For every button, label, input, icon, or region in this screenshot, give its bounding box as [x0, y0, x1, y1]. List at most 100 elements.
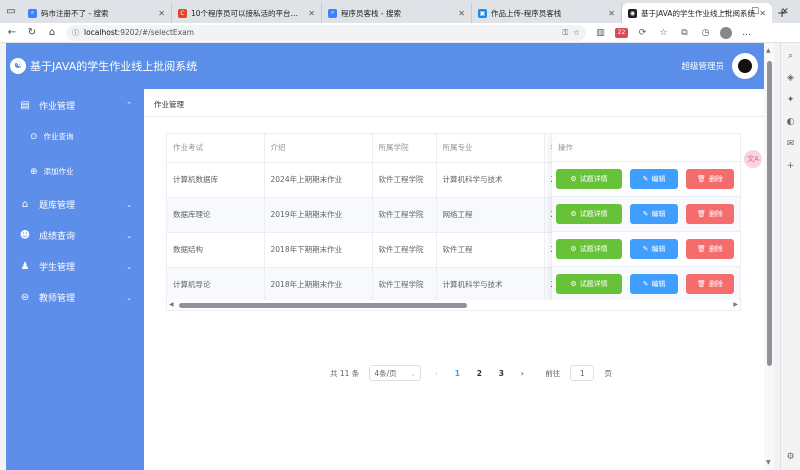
delete-button[interactable]: 🗑 删除 [686, 239, 734, 259]
button-label: 试题详情 [579, 280, 608, 288]
url-field[interactable]: ⓘ localhost:9202/#/selectExam ⚿ ☆ [66, 24, 586, 41]
favorite-star-icon[interactable]: ☆ [573, 28, 580, 37]
tab-title: 10个程序员可以接私活的平台和… [191, 8, 305, 18]
page-size-select[interactable]: 4条/页 ⌄ [369, 365, 422, 381]
table-cell: 软件工程学院 [372, 197, 437, 233]
table-cell: 2024年上期期末作业 [264, 162, 373, 198]
delete-button[interactable]: 🗑 删除 [686, 274, 734, 294]
delete-button[interactable]: 🗑 删除 [686, 169, 734, 189]
scroll-left-icon[interactable]: ◀ [169, 301, 174, 308]
history-icon[interactable]: ◷ [699, 28, 712, 38]
browser-tab[interactable]: ▣ 作品上传-程序员客栈 ✕ [472, 3, 622, 23]
page-2[interactable]: 2 [473, 369, 485, 378]
tab-favicon-icon: C [178, 8, 187, 18]
office-icon[interactable]: ◐ [787, 117, 795, 127]
detail-button[interactable]: ⚙ 试题详情 [556, 239, 622, 259]
table-cell: 网络工程 [436, 197, 545, 233]
browser-tab[interactable]: ⌕ 码市注册不了 - 搜索 ✕ [22, 3, 172, 23]
refresh-extension-icon[interactable]: ⟳ [636, 28, 649, 38]
detail-icon: ⚙ [570, 245, 577, 253]
key-icon[interactable]: ⚿ [563, 28, 569, 38]
button-label: 试题详情 [579, 210, 608, 218]
close-tab-icon[interactable]: ✕ [608, 9, 615, 18]
edit-button[interactable]: ✎ 编辑 [630, 274, 678, 294]
close-tab-icon[interactable]: ✕ [158, 9, 165, 18]
add-circle-icon: ⊕ [30, 166, 38, 177]
browser-tab[interactable]: C 10个程序员可以接私活的平台和… ✕ [172, 3, 322, 23]
close-window-icon[interactable]: ✕ [770, 0, 800, 23]
outlook-icon[interactable]: ✉ [787, 139, 795, 149]
detail-button[interactable]: ⚙ 试题详情 [556, 274, 622, 294]
shopping-icon[interactable]: ◈ [787, 73, 794, 83]
translate-float-button[interactable]: 文A [744, 150, 762, 168]
edit-button[interactable]: ✎ 编辑 [630, 204, 678, 224]
window-menu-icon[interactable]: ▭ [0, 0, 22, 23]
goto-page-input[interactable]: 1 [570, 365, 595, 381]
profile-avatar[interactable] [720, 26, 732, 39]
extension-badge-icon[interactable]: 22 [615, 27, 628, 38]
collections-icon[interactable]: ⧉ [678, 28, 691, 38]
scroll-right-icon[interactable]: ▶ [733, 301, 738, 308]
more-menu-icon[interactable]: … [740, 28, 753, 38]
main-content: 作业管理 作业考试 介绍 所属学院 所属专业 年 计算机数据库2024年上期期末… [144, 89, 764, 470]
document-icon: ▤ [20, 99, 30, 111]
chevron-down-icon: ⌄ [126, 200, 132, 209]
edge-sidebar-rail: ⌕ ◈ ✦ ◐ ✉ + ⚙ [780, 43, 800, 470]
app-logo-icon: ☯ [10, 58, 26, 74]
close-tab-icon[interactable]: ✕ [458, 9, 465, 18]
favorites-icon[interactable]: ☆ [657, 28, 670, 38]
close-tab-icon[interactable]: ✕ [308, 9, 315, 18]
page-vertical-scrollbar[interactable]: ▲ ▼ [764, 43, 774, 470]
scrollbar-thumb[interactable] [767, 61, 772, 366]
sidebar-group-question-bank[interactable]: ⌂ 题库管理 ⌄ [6, 189, 144, 220]
edit-button[interactable]: ✎ 编辑 [630, 169, 678, 189]
add-icon[interactable]: + [787, 161, 795, 171]
face-icon: ☻ [19, 230, 31, 241]
button-label: 编辑 [651, 280, 666, 288]
app-window: ☯ 基于JAVA的学生作业线上批阅系统 超级管理员 ▤ 作业管理 ⌃ ⊙ 作业查… [6, 43, 764, 470]
next-page-icon[interactable]: › [517, 369, 527, 378]
scroll-down-icon[interactable]: ▼ [766, 459, 771, 466]
operations-row: ⚙ 试题详情 ✎ 编辑 🗑 删除 [552, 162, 740, 197]
browser-tab[interactable]: ⌕ 程序员客栈 - 搜索 ✕ [322, 3, 472, 23]
prev-page-icon[interactable]: ‹ [431, 369, 441, 378]
breadcrumb: 作业管理 [144, 93, 764, 117]
scrollbar-thumb[interactable] [179, 303, 467, 308]
exam-table: 作业考试 介绍 所属学院 所属专业 年 计算机数据库2024年上期期末作业软件工… [166, 133, 741, 311]
button-label: 试题详情 [579, 245, 608, 253]
page-3[interactable]: 3 [495, 369, 507, 378]
page-1[interactable]: 1 [451, 369, 463, 378]
sidebar-group-homework[interactable]: ▤ 作业管理 ⌃ [6, 91, 144, 119]
minimize-icon[interactable]: — [710, 0, 740, 23]
chevron-down-icon: ⌄ [126, 231, 132, 240]
detail-button[interactable]: ⚙ 试题详情 [556, 204, 622, 224]
operations-column: 操作 ⚙ 试题详情 ✎ 编辑 🗑 删除 ⚙ 试题详情 ✎ 编辑 🗑 删除 ⚙ 试题详情 ✎ 编辑 🗑 删除 ⚙ 试题详… [552, 134, 740, 302]
url-text: localhost:9202/#/selectExam [84, 28, 194, 37]
sidebar-group-teachers[interactable]: ⊜ 教师管理 ⌄ [6, 282, 144, 313]
column-header: 作业考试 [167, 134, 265, 163]
home-icon[interactable]: ⌂ [46, 27, 58, 38]
scroll-up-icon[interactable]: ▲ [766, 47, 771, 54]
column-header: 所属学院 [372, 134, 437, 163]
sidebar-item-add-homework[interactable]: ⊕ 添加作业 [6, 154, 144, 189]
sidebar-group-students[interactable]: ♟ 学生管理 ⌄ [6, 251, 144, 282]
settings-icon[interactable]: ⚙ [786, 452, 794, 462]
maximize-icon[interactable]: ☐ [740, 0, 770, 23]
sidebar-group-scores[interactable]: ☻ 成绩查询 ⌄ [6, 220, 144, 251]
sidebar-item-homework-query[interactable]: ⊙ 作业查询 [6, 119, 144, 154]
table-cell: 软件工程学院 [372, 232, 437, 268]
delete-button[interactable]: 🗑 删除 [686, 204, 734, 224]
edit-button[interactable]: ✎ 编辑 [630, 239, 678, 259]
search-icon[interactable]: ⌕ [788, 51, 793, 61]
user-avatar[interactable] [732, 53, 758, 79]
split-screen-icon[interactable]: ▥ [594, 28, 607, 38]
tab-favicon-icon: ◉ [628, 8, 637, 18]
tools-icon[interactable]: ✦ [787, 95, 795, 105]
info-icon: ⓘ [72, 28, 79, 37]
user-name[interactable]: 超级管理员 [681, 60, 724, 72]
refresh-icon[interactable]: ↻ [26, 27, 38, 38]
horizontal-scrollbar[interactable]: ◀ ▶ [167, 300, 740, 310]
back-icon[interactable]: ← [6, 27, 18, 38]
detail-button[interactable]: ⚙ 试题详情 [556, 169, 622, 189]
button-label: 删除 [708, 245, 723, 253]
